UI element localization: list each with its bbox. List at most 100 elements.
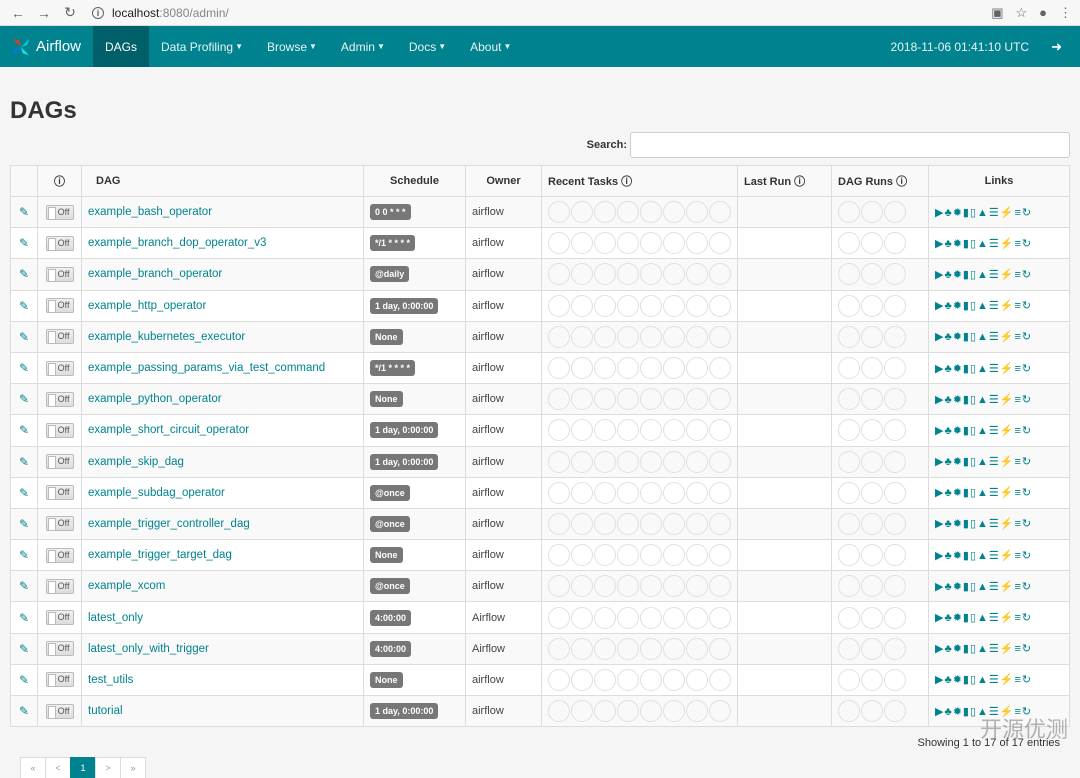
status-circle[interactable] xyxy=(571,357,593,380)
status-circle[interactable] xyxy=(838,325,860,348)
status-circle[interactable] xyxy=(884,419,906,442)
edit-icon[interactable]: ✎ xyxy=(10,632,38,665)
dag-links[interactable]: ▶♣✹▮▯▲☰⚡≡↻ xyxy=(928,383,1070,416)
dag-link[interactable]: example_kubernetes_executor xyxy=(88,331,245,343)
status-circle[interactable] xyxy=(571,450,593,473)
status-circle[interactable] xyxy=(838,575,860,598)
status-circle[interactable] xyxy=(663,544,685,567)
reload-icon[interactable]: ↻ xyxy=(60,4,80,21)
status-circle[interactable] xyxy=(884,606,906,629)
status-circle[interactable] xyxy=(617,544,639,567)
status-circle[interactable] xyxy=(548,263,570,286)
status-circle[interactable] xyxy=(663,575,685,598)
status-circle[interactable] xyxy=(884,481,906,504)
status-circle[interactable] xyxy=(884,294,906,317)
status-circle[interactable] xyxy=(709,481,731,504)
dag-link[interactable]: test_utils xyxy=(88,674,133,686)
page-first[interactable]: « xyxy=(20,757,46,778)
dag-pause-toggle[interactable]: Off xyxy=(45,547,74,563)
status-circle[interactable] xyxy=(861,575,883,598)
status-circle[interactable] xyxy=(884,700,906,723)
edit-icon[interactable]: ✎ xyxy=(10,320,38,353)
dag-link[interactable]: example_trigger_controller_dag xyxy=(88,518,250,530)
brand[interactable]: Airflow xyxy=(0,26,93,67)
status-circle[interactable] xyxy=(838,606,860,629)
search-input[interactable] xyxy=(630,132,1070,158)
dag-links[interactable]: ▶♣✹▮▯▲☰⚡≡↻ xyxy=(928,632,1070,665)
status-circle[interactable] xyxy=(617,419,639,442)
profile-icon[interactable]: ● xyxy=(1039,5,1047,21)
status-circle[interactable] xyxy=(663,201,685,224)
status-circle[interactable] xyxy=(617,357,639,380)
dag-link[interactable]: example_subdag_operator xyxy=(88,487,225,499)
page-last[interactable]: » xyxy=(120,757,146,778)
status-circle[interactable] xyxy=(884,357,906,380)
status-circle[interactable] xyxy=(709,575,731,598)
dag-link[interactable]: example_branch_dop_operator_v3 xyxy=(88,237,266,249)
status-circle[interactable] xyxy=(861,481,883,504)
status-circle[interactable] xyxy=(838,668,860,691)
status-circle[interactable] xyxy=(709,232,731,255)
status-circle[interactable] xyxy=(640,419,662,442)
dag-link[interactable]: example_skip_dag xyxy=(88,456,184,468)
status-circle[interactable] xyxy=(617,325,639,348)
status-circle[interactable] xyxy=(663,700,685,723)
edit-icon[interactable]: ✎ xyxy=(10,414,38,447)
status-circle[interactable] xyxy=(663,606,685,629)
page-prev[interactable]: < xyxy=(45,757,71,778)
status-circle[interactable] xyxy=(548,512,570,535)
dag-link[interactable]: example_xcom xyxy=(88,580,165,592)
status-circle[interactable] xyxy=(663,325,685,348)
status-circle[interactable] xyxy=(663,357,685,380)
status-circle[interactable] xyxy=(594,388,616,411)
status-circle[interactable] xyxy=(709,294,731,317)
status-circle[interactable] xyxy=(838,700,860,723)
status-circle[interactable] xyxy=(548,201,570,224)
status-circle[interactable] xyxy=(838,450,860,473)
status-circle[interactable] xyxy=(686,512,708,535)
status-circle[interactable] xyxy=(617,575,639,598)
dag-link[interactable]: example_trigger_target_dag xyxy=(88,549,232,561)
status-circle[interactable] xyxy=(571,419,593,442)
status-circle[interactable] xyxy=(709,419,731,442)
nav-admin[interactable]: Admin ▼ xyxy=(329,26,397,67)
status-circle[interactable] xyxy=(617,700,639,723)
dag-pause-toggle[interactable]: Off xyxy=(45,703,74,719)
status-circle[interactable] xyxy=(640,357,662,380)
status-circle[interactable] xyxy=(861,232,883,255)
status-circle[interactable] xyxy=(617,232,639,255)
dag-link[interactable]: example_branch_operator xyxy=(88,268,222,280)
status-circle[interactable] xyxy=(861,294,883,317)
dag-pause-toggle[interactable]: Off xyxy=(45,454,74,470)
status-circle[interactable] xyxy=(884,201,906,224)
status-circle[interactable] xyxy=(548,325,570,348)
status-circle[interactable] xyxy=(571,201,593,224)
status-circle[interactable] xyxy=(686,700,708,723)
dag-links[interactable]: ▶♣✹▮▯▲☰⚡≡↻ xyxy=(928,445,1070,478)
status-circle[interactable] xyxy=(861,544,883,567)
status-circle[interactable] xyxy=(617,668,639,691)
status-circle[interactable] xyxy=(594,450,616,473)
status-circle[interactable] xyxy=(571,606,593,629)
status-circle[interactable] xyxy=(640,606,662,629)
dag-links[interactable]: ▶♣✹▮▯▲☰⚡≡↻ xyxy=(928,414,1070,447)
status-circle[interactable] xyxy=(663,232,685,255)
dag-pause-toggle[interactable]: Off xyxy=(45,391,74,407)
status-circle[interactable] xyxy=(640,481,662,504)
status-circle[interactable] xyxy=(594,481,616,504)
status-circle[interactable] xyxy=(884,544,906,567)
edit-icon[interactable]: ✎ xyxy=(10,195,38,229)
status-circle[interactable] xyxy=(861,419,883,442)
status-circle[interactable] xyxy=(838,419,860,442)
status-circle[interactable] xyxy=(686,575,708,598)
dag-pause-toggle[interactable]: Off xyxy=(45,204,74,220)
dag-pause-toggle[interactable]: Off xyxy=(45,235,74,251)
status-circle[interactable] xyxy=(884,263,906,286)
status-circle[interactable] xyxy=(838,512,860,535)
status-circle[interactable] xyxy=(617,388,639,411)
status-circle[interactable] xyxy=(884,388,906,411)
status-circle[interactable] xyxy=(548,294,570,317)
status-circle[interactable] xyxy=(663,512,685,535)
edit-icon[interactable]: ✎ xyxy=(10,539,38,572)
status-circle[interactable] xyxy=(861,263,883,286)
